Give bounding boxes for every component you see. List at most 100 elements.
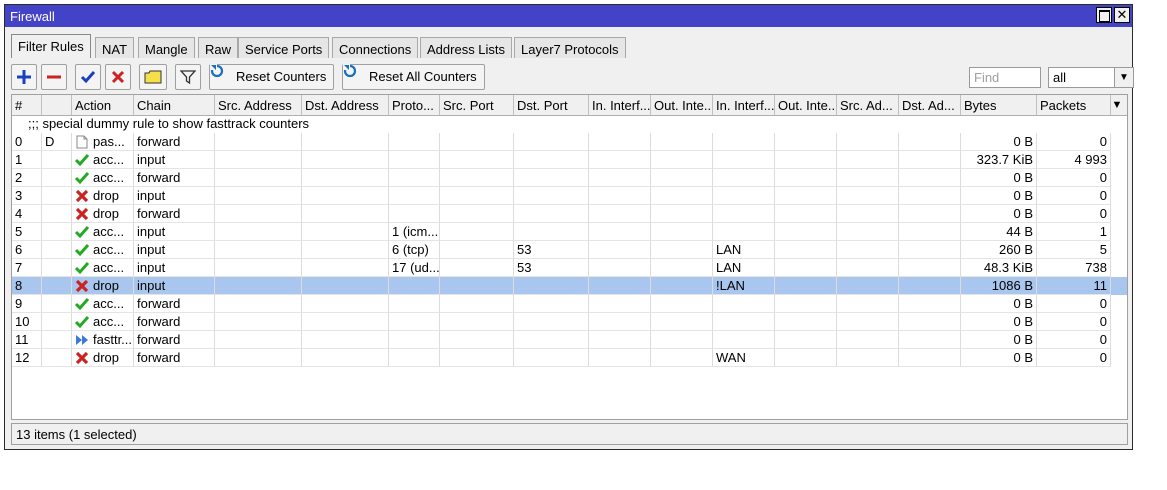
action-label: drop	[93, 350, 120, 365]
column-header-src-port[interactable]: Src. Port	[440, 95, 514, 115]
cell-in-interface-list	[713, 151, 775, 169]
cell-in-interface	[589, 277, 651, 295]
cell-num: 12	[12, 349, 42, 367]
rules-table: # Action Chain Src. Address Dst. Address Prot…	[11, 94, 1128, 420]
table-row[interactable]: 5 acc... input 1 (icm... 44 B1	[12, 223, 1127, 241]
title-bar[interactable]: Firewall ✕	[5, 5, 1132, 27]
cell-src-port	[440, 277, 514, 295]
remove-button[interactable]	[41, 64, 67, 90]
disable-button[interactable]	[105, 64, 131, 90]
cell-chain: input	[134, 259, 215, 277]
table-row[interactable]: 10 acc... forward 0 B0	[12, 313, 1127, 331]
table-row[interactable]: 0 Dpas... forward 0 B0	[12, 133, 1127, 151]
filter-select[interactable]: all ▼	[1048, 67, 1134, 88]
cell-dst-address-list	[899, 295, 961, 313]
table-row[interactable]: 1 acc... input 323.7 KiB 4 993	[12, 151, 1127, 169]
cell-out-interface	[651, 187, 713, 205]
dropdown-arrow-icon[interactable]: ▼	[1114, 68, 1133, 87]
reset-all-counters-button[interactable]: Reset All Counters	[342, 64, 485, 90]
status-bar: 13 items (1 selected)	[11, 423, 1128, 445]
column-header-chain[interactable]: Chain	[134, 95, 215, 115]
cell-src-port	[440, 295, 514, 313]
tab-filter-rules[interactable]: Filter Rules	[11, 34, 91, 58]
cell-in-interface-list: LAN	[713, 241, 775, 259]
accept-icon	[75, 316, 89, 329]
column-header-out-interface[interactable]: Out. Inte...	[651, 95, 713, 115]
cell-chain: forward	[134, 313, 215, 331]
column-header-dst-port[interactable]: Dst. Port	[514, 95, 589, 115]
column-header-dst-address-list[interactable]: Dst. Ad...	[899, 95, 961, 115]
cell-dst-address-list	[899, 205, 961, 223]
cell-src-address-list	[837, 259, 899, 277]
maximize-button[interactable]	[1096, 7, 1112, 23]
add-button[interactable]	[11, 64, 37, 90]
cell-out-interface	[651, 169, 713, 187]
table-row[interactable]: 4 drop forward 0 B0	[12, 205, 1127, 223]
column-header-out-interface-list[interactable]: Out. Inte...	[775, 95, 837, 115]
tab-raw[interactable]: Raw	[198, 37, 239, 58]
enable-button[interactable]	[75, 64, 101, 90]
plus-icon	[17, 70, 31, 84]
column-menu-icon[interactable]: ▼	[1107, 95, 1127, 115]
tab-address-lists[interactable]: Address Lists	[420, 37, 513, 58]
column-header-bytes[interactable]: Bytes	[961, 95, 1037, 115]
dummy-rule-row[interactable]: ;;; special dummy rule to show fasttrack…	[12, 115, 1127, 133]
cell-chain: forward	[134, 169, 215, 187]
cell-chain: forward	[134, 133, 215, 151]
column-header-flag[interactable]	[42, 95, 72, 115]
cell-bytes: 48.3 KiB	[961, 259, 1037, 277]
column-header-num[interactable]: #	[12, 95, 42, 115]
action-label: acc...	[93, 224, 125, 239]
cell-protocol: 6 (tcp)	[389, 241, 440, 259]
tab-service-ports[interactable]: Service Ports	[238, 37, 330, 58]
column-header-protocol[interactable]: Proto...	[389, 95, 440, 115]
column-header-src-address-list[interactable]: Src. Ad...	[837, 95, 899, 115]
drop-icon	[75, 207, 89, 221]
column-header-src-address[interactable]: Src. Address	[215, 95, 302, 115]
cell-in-interface	[589, 205, 651, 223]
cell-flag	[42, 295, 72, 313]
column-header-dst-address[interactable]: Dst. Address	[302, 95, 389, 115]
maximize-icon	[1099, 10, 1110, 22]
close-button[interactable]: ✕	[1114, 7, 1130, 23]
cell-src-address-list	[837, 169, 899, 187]
tab-mangle[interactable]: Mangle	[138, 37, 195, 58]
table-row[interactable]: 11 fasttr... forward 0 B0	[12, 331, 1127, 349]
cell-out-interface-list	[775, 223, 837, 241]
cell-in-interface-list: LAN	[713, 259, 775, 277]
table-row[interactable]: 12 drop forward WAN 0 B0	[12, 349, 1127, 367]
column-header-packets[interactable]: Packets	[1037, 95, 1111, 115]
table-row[interactable]: 8 drop input !LAN 1086 B 11	[12, 277, 1127, 295]
cell-in-interface	[589, 331, 651, 349]
cell-action: acc...	[72, 259, 134, 277]
cell-in-interface-list	[713, 313, 775, 331]
column-header-in-interface-list[interactable]: In. Interf...	[713, 95, 775, 115]
table-row[interactable]: 3 drop input 0 B0	[12, 187, 1127, 205]
reset-counters-button[interactable]: Reset Counters	[209, 64, 335, 90]
filter-button[interactable]	[175, 64, 201, 90]
table-row[interactable]: 9 acc... forward 0 B0	[12, 295, 1127, 313]
cell-packets: 4 993	[1037, 151, 1111, 169]
cell-packets: 738	[1037, 259, 1111, 277]
table-row[interactable]: 7 acc... input 17 (ud... 53 LAN 48.3 KiB 738	[12, 259, 1127, 277]
tab-connections[interactable]: Connections	[332, 37, 419, 58]
table-row[interactable]: 6 acc... input 6 (tcp) 53 LAN 260 B5	[12, 241, 1127, 259]
cell-in-interface-list	[713, 223, 775, 241]
cell-dst-port	[514, 331, 589, 349]
reset-counters-label: Reset Counters	[236, 69, 327, 84]
cell-bytes: 0 B	[961, 349, 1037, 367]
cell-action: acc...	[72, 169, 134, 187]
cell-out-interface-list	[775, 241, 837, 259]
tab-layer7-protocols[interactable]: Layer7 Protocols	[514, 37, 626, 58]
find-input[interactable]	[969, 67, 1041, 88]
cell-dst-address	[302, 349, 389, 367]
column-header-in-interface[interactable]: In. Interf...	[589, 95, 651, 115]
cell-flag	[42, 331, 72, 349]
cell-action: acc...	[72, 223, 134, 241]
table-row[interactable]: 2 acc... forward 0 B0	[12, 169, 1127, 187]
cell-src-address	[215, 277, 302, 295]
cell-dst-address-list	[899, 151, 961, 169]
column-header-action[interactable]: Action	[72, 95, 134, 115]
comment-button[interactable]	[139, 64, 167, 90]
tab-nat[interactable]: NAT	[95, 37, 135, 58]
